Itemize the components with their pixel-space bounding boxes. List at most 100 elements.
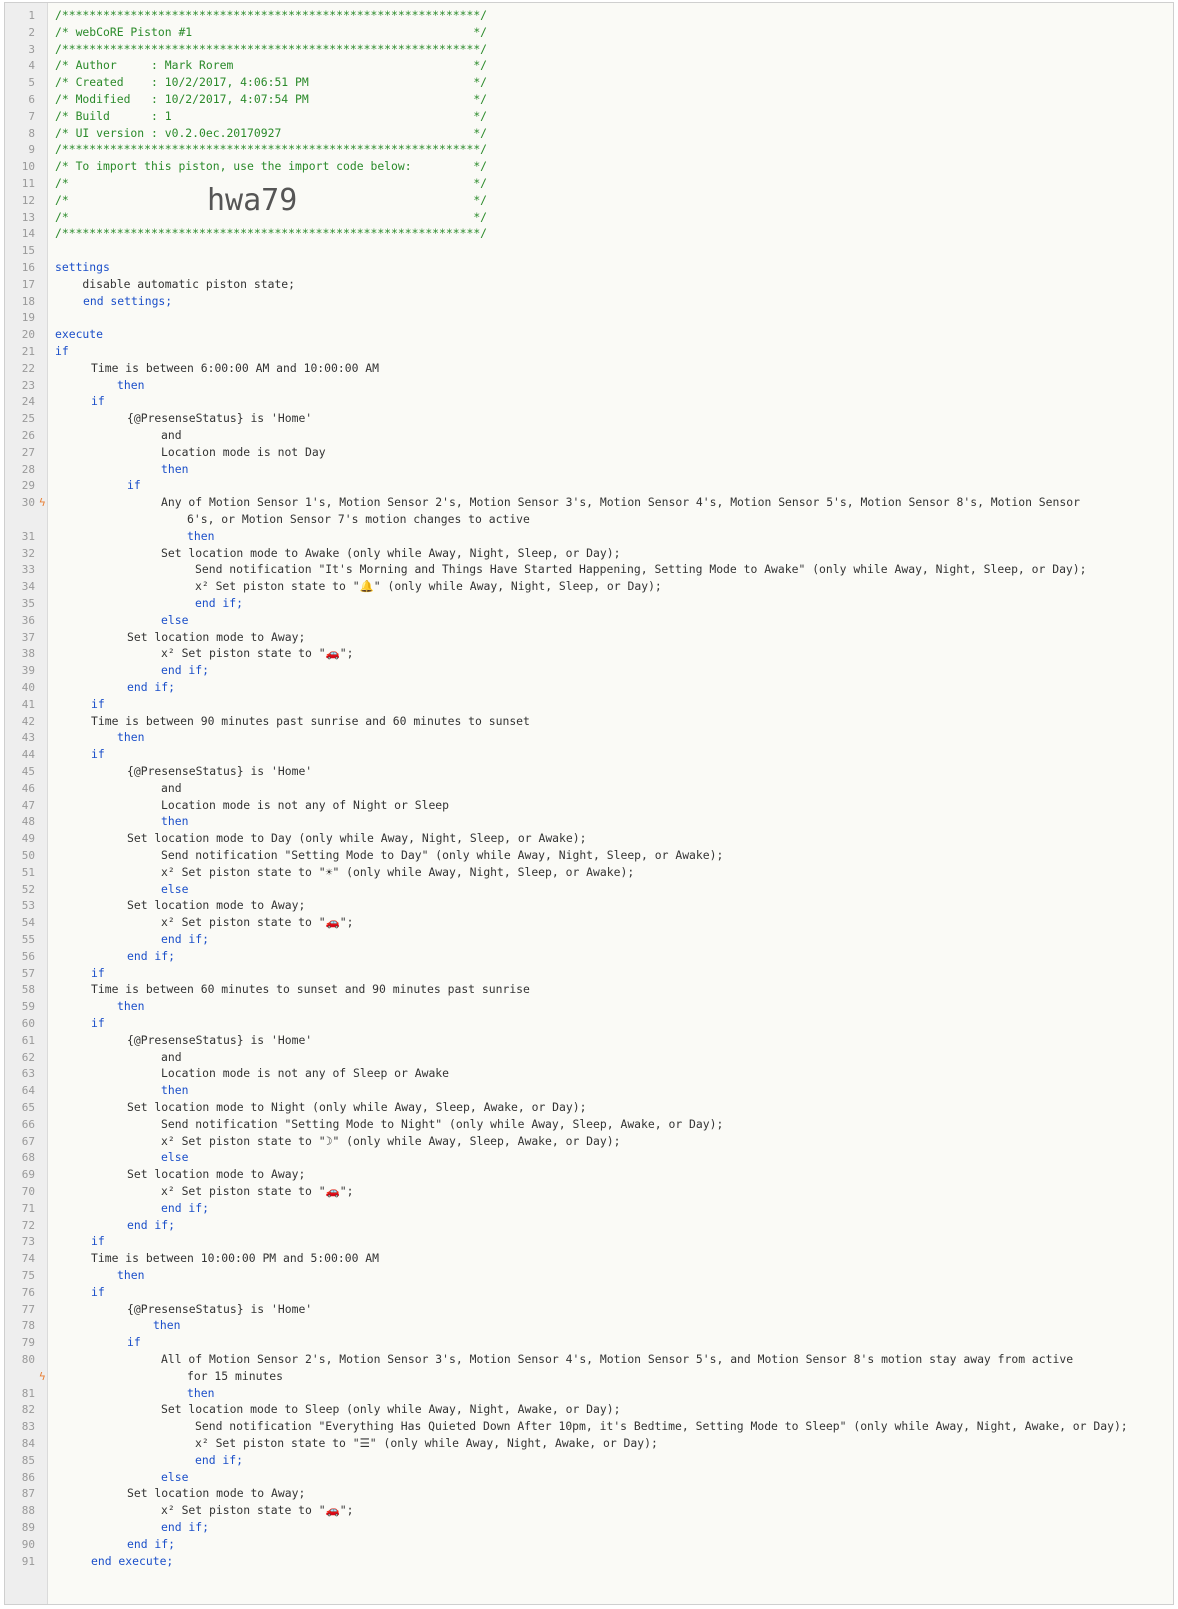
line-number: 12 [21,193,35,207]
line-number: 77 [21,1302,35,1316]
line-number: 29 [21,479,35,493]
line-number: 27 [21,445,35,459]
line-text: if [91,965,105,980]
line-text: All of Motion Sensor 2's, Motion Sensor … [161,1352,1074,1366]
line-number: 60 [21,1017,35,1030]
line-number: 34 [21,580,35,594]
line-number: 66 [21,1117,35,1131]
code-line: 4 /* Author : Mark Rorem */ [5,57,1173,74]
line-number: 4 [28,59,35,73]
code-line: 59 then [5,998,1173,1015]
code-line: 46 and [5,780,1173,797]
code-line: 72 end if; [5,1217,1173,1234]
code-line: 53 Set location mode to Away; [5,897,1173,914]
line-number: 50 [21,849,35,862]
code-line: 86 else [5,1469,1173,1486]
line-number: 14 [21,227,35,241]
code-line: 89 end if; [5,1519,1173,1536]
line-text: then [117,377,145,392]
line-number: 21 [21,345,35,358]
line-text: /* Build : 1 */ [55,108,488,123]
line-text: end if; [127,1536,176,1551]
line-text: settings [55,260,110,274]
line-number: 49 [21,832,35,846]
line-text: then [161,814,189,829]
line-text: Time is between 90 minutes past sunrise … [91,713,530,728]
code-line: 47 Location mode is not any of Night or S… [5,797,1173,814]
line-number: 8 [28,126,35,140]
line-text: execute [55,327,104,342]
code-line: 12/* */hwa79 [5,182,1173,218]
code-line: 26 and [5,427,1173,444]
line-text: Location mode is not any of Night or Sle… [161,797,450,812]
line-text: /* Author : Mark Rorem */ [55,58,488,73]
line-number: 41 [21,697,35,711]
code-line: 23 then [5,377,1173,394]
code-line: 45 {@PresenseStatus} is 'Home' [5,763,1173,780]
code-line: 69 Set location mode to Away; [5,1166,1173,1183]
line-text: Set location mode to Awake (only while A… [161,545,621,560]
code-line: 19 [5,309,1173,326]
line-text: if [91,394,105,409]
line-text: then [117,1268,145,1282]
code-line: 63 Location mode is not any of Sleep or A… [5,1065,1173,1082]
code-line: 21 if [5,343,1173,360]
line-number: 58 [21,983,35,997]
line-number: 76 [21,1285,35,1299]
line-text: Set location mode to Away; [127,629,306,644]
line-number: 23 [21,378,35,392]
line-text: /* UI version : v0.2.0ec.20170927 */ [55,125,488,140]
code-line: 29 if [5,477,1173,494]
code-line: 48 then [5,813,1173,830]
line-number: 47 [21,798,35,812]
line-number: 69 [21,1168,35,1182]
line-number: 43 [21,731,35,745]
line-number: 36 [21,613,35,627]
line-text: Set location mode to Night (only while A… [127,1100,587,1114]
code-line: 10 /* To import this piston, use the impo… [5,158,1173,175]
line-text: x² Set piston state to "🚗"; [161,1184,354,1198]
line-number: 67 [21,1134,35,1148]
line-text: /* Modified : 10/2/2017, 4:07:54 PM */ [55,92,488,106]
line-text: then [153,1318,181,1333]
line-number: 90 [21,1537,35,1551]
code-line: 54 x² Set piston state to "🚗"; [5,914,1173,931]
line-number: 52 [21,882,35,896]
code-line: 31 then [5,528,1173,545]
line-number: 54 [21,916,35,930]
line-number: 48 [21,815,35,829]
code-line: 14 /*************************************… [5,225,1173,242]
line-number: 33 [21,563,35,577]
code-line: 60 if [5,1015,1173,1032]
code-line: 83 Send notification "Everything Has Quie… [5,1418,1173,1435]
line-number: 26 [21,429,35,442]
line-number: 37 [21,630,35,644]
code-line: 55 end if; [5,931,1173,948]
code-line: 28 then [5,461,1173,478]
line-text: Send notification "Setting Mode to Night… [161,1116,724,1131]
code-line: 32 Set location mode to Awake (only while… [5,545,1173,562]
line-text: {@PresenseStatus} is 'Home' [127,1301,313,1316]
line-number: 30 [21,496,35,510]
code-line: 13 /* */ [5,209,1173,226]
code-line: 64 then [5,1082,1173,1099]
line-number: 25 [21,412,35,426]
code-line: 39 end if; [5,662,1173,679]
code-line: 16 settings [5,259,1173,276]
line-number: 31 [21,529,35,543]
line-text: Set location mode to Sleep (only while A… [161,1402,621,1417]
import-code: hwa79 [207,182,298,218]
code-line: 68 else [5,1149,1173,1166]
code-line: 41 if [5,696,1173,713]
code-line: 40 end if; [5,679,1173,696]
line-number: 88 [21,1504,35,1518]
code-line: 67 x² Set piston state to "☽" (only while… [5,1133,1173,1150]
line-text: end if; [127,948,176,963]
line-number: 40 [21,681,35,694]
line-number: 46 [21,781,35,795]
code-line: 3 /**************************************… [5,41,1173,58]
code-line: 11/* */ [5,175,1173,192]
code-line: 56 end if; [5,948,1173,965]
line-number: 83 [21,1420,35,1434]
code-line: 65 Set location mode to Night (only while… [5,1099,1173,1116]
